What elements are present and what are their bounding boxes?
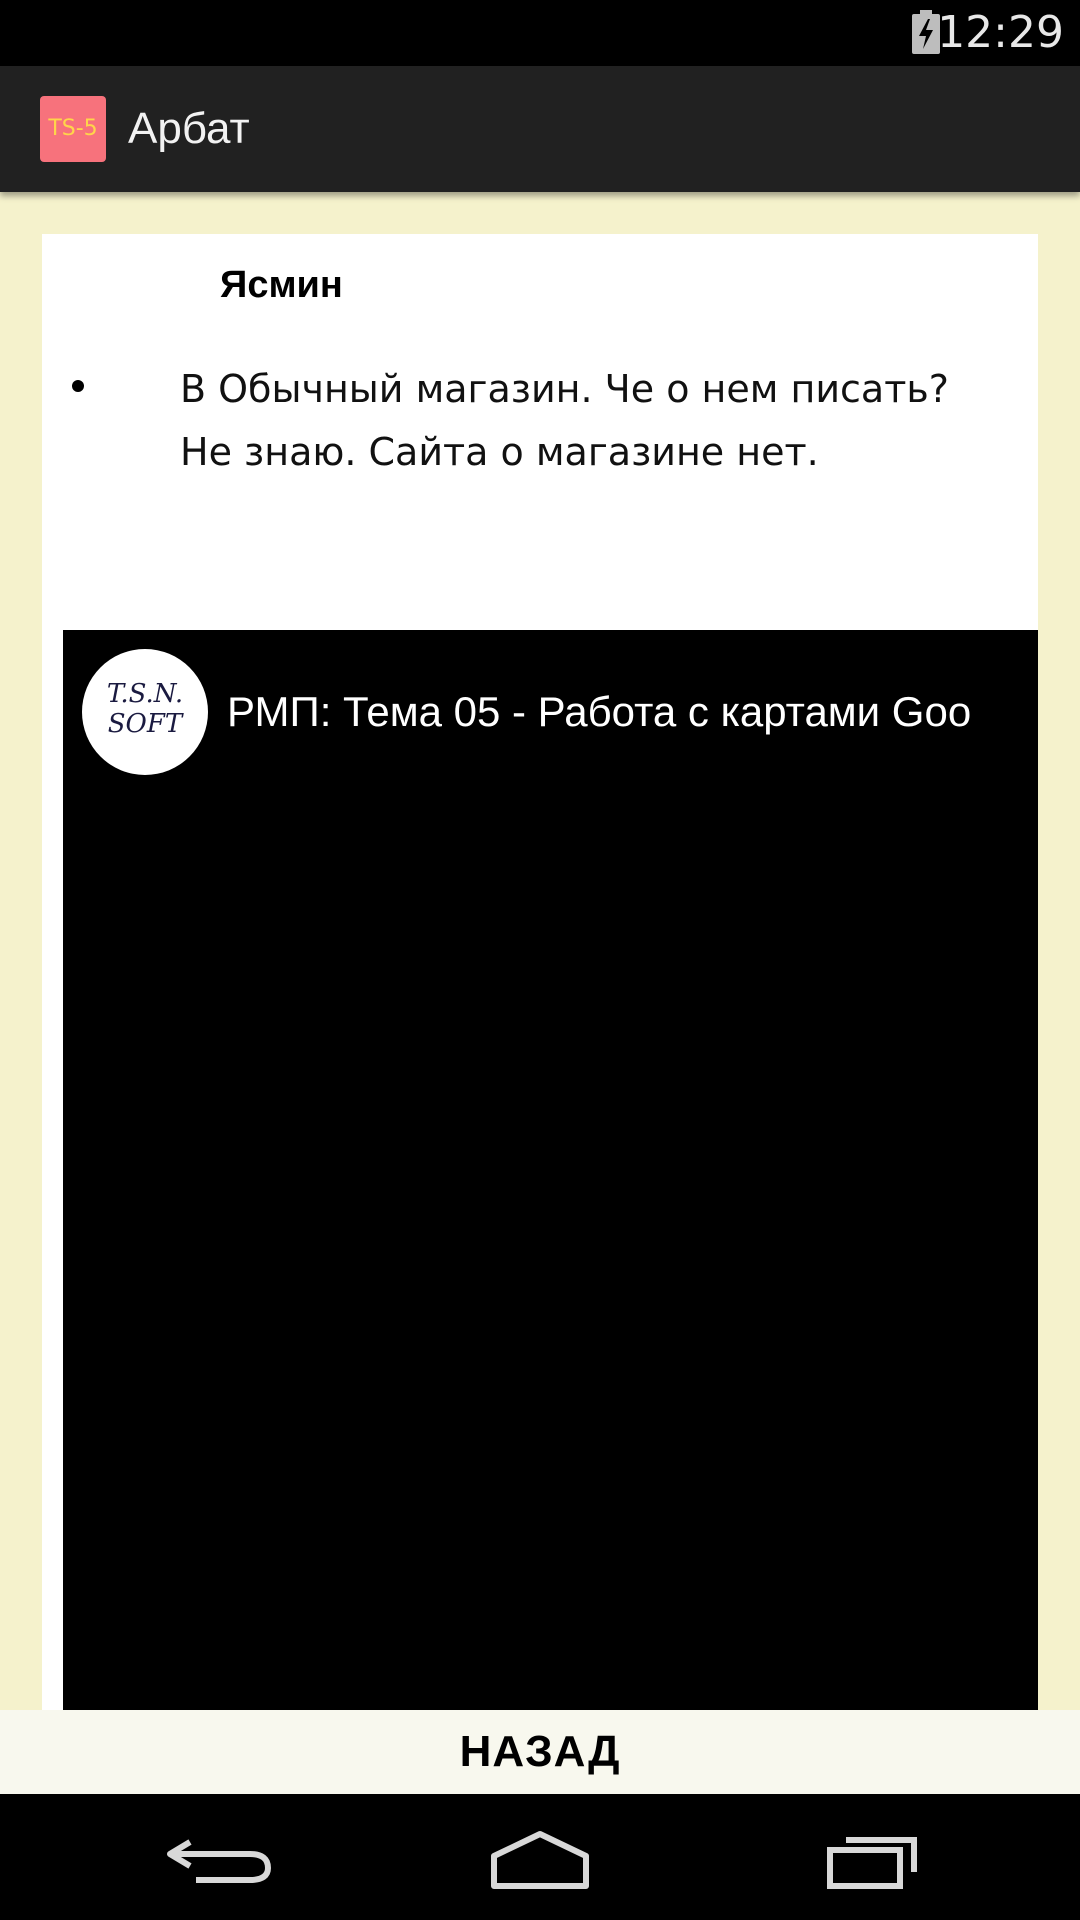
recent-apps-icon[interactable] — [800, 1814, 940, 1904]
channel-avatar[interactable]: T.S.N. SOFT — [82, 649, 208, 775]
content-area: Ясмин В Обычный магазин. Че о нем писать… — [0, 192, 1080, 1710]
navigation-bar — [0, 1794, 1080, 1920]
status-time: 12:29 — [937, 7, 1064, 58]
status-bar: 12:29 — [0, 0, 1080, 66]
home-icon[interactable] — [470, 1814, 610, 1904]
app-title: Арбат — [128, 104, 250, 153]
video-title[interactable]: РМП: Тема 05 - Работа с картами Goo — [227, 684, 971, 740]
list-bullet — [72, 380, 84, 392]
action-bar: TS-5 Арбат — [0, 66, 1080, 192]
back-bar: НАЗАД — [0, 1710, 1080, 1794]
channel-avatar-line1: T.S.N. — [106, 679, 184, 709]
channel-avatar-line2: SOFT — [107, 709, 183, 739]
back-arrow-icon[interactable] — [150, 1814, 290, 1904]
app-icon[interactable]: TS-5 — [40, 96, 106, 162]
back-button[interactable]: НАЗАД — [0, 1710, 1080, 1794]
store-description: В Обычный магазин. Че о нем писать? Не з… — [132, 358, 1002, 484]
description-text: В Обычный магазин. Че о нем писать? Не з… — [180, 367, 949, 474]
store-name: Ясмин — [220, 264, 343, 306]
store-card: Ясмин В Обычный магазин. Че о нем писать… — [42, 234, 1038, 1710]
video-player[interactable]: T.S.N. SOFT РМП: Тема 05 - Работа с карт… — [63, 630, 1038, 1710]
